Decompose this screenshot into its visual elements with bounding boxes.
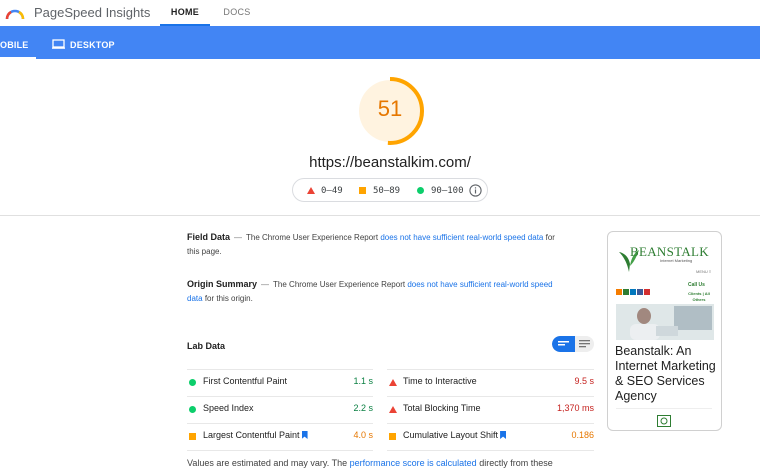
- google-plus-icon: [644, 289, 650, 295]
- linkedin-icon: [630, 289, 636, 295]
- metric-label: First Contentful Paint: [203, 376, 288, 386]
- detail-view-icon[interactable]: [579, 340, 590, 348]
- performance-score-value: 51: [377, 96, 403, 121]
- pass-circle-icon: [189, 379, 196, 386]
- preview-social-icons: [616, 282, 651, 295]
- metric-row-divider: [387, 369, 594, 370]
- field-data-section: Field Data — The Chrome User Experience Re…: [187, 232, 555, 256]
- mobile-screenshot-preview: BEANSTALK Internet Marketing MENU ≡ Call…: [607, 231, 722, 431]
- footer-note: Values are estimated and may vary. The p…: [187, 458, 553, 468]
- section-divider: [0, 215, 760, 216]
- metric-label: Total Blocking Time: [403, 403, 481, 413]
- rss-icon: [616, 289, 622, 295]
- score-legend: 0–49 50–89 90–100: [292, 178, 488, 202]
- nav-tab-home[interactable]: HOME: [160, 7, 210, 17]
- facebook-icon: [637, 289, 643, 295]
- seo-badge-icon: [657, 415, 671, 427]
- metric-value: 2.2 s: [353, 403, 373, 413]
- preview-hero-image: [616, 304, 714, 340]
- pagespeed-logo-icon[interactable]: [5, 5, 25, 21]
- fail-triangle-icon: [389, 379, 397, 386]
- preview-clients: Clients | All Others: [688, 291, 710, 302]
- origin-summary-text: The Chrome User Experience Report: [273, 280, 406, 289]
- device-tabs-bar: OBILE DESKTOP: [0, 26, 760, 59]
- preview-call-us: Call Us: [688, 282, 705, 288]
- lab-data-title: Lab Data: [187, 341, 226, 351]
- preview-card: [616, 408, 712, 430]
- info-icon[interactable]: [469, 184, 482, 197]
- tested-url: https://beanstalkim.com/: [309, 154, 471, 171]
- core-web-vital-flag-icon: [500, 431, 507, 439]
- top-nav: PageSpeed Insights HOME DOCS: [0, 0, 760, 26]
- performance-score-link[interactable]: performance score is calculated: [350, 458, 477, 468]
- nav-tab-docs[interactable]: DOCS: [217, 7, 257, 17]
- legend-fail-range: 0–49: [321, 186, 343, 196]
- metric-row-divider: [387, 450, 594, 451]
- preview-page-title: Beanstalk: An Internet Marketing & SEO S…: [615, 344, 716, 403]
- metric-label: Cumulative Layout Shift: [403, 430, 507, 440]
- metrics-view-toggle[interactable]: [552, 336, 594, 352]
- legend-pass-range: 90–100: [431, 186, 464, 196]
- list-view-icon: [558, 341, 569, 346]
- pass-circle-icon: [189, 406, 196, 413]
- preview-tagline: Internet Marketing: [660, 258, 693, 263]
- metric-label: Speed Index: [203, 403, 254, 413]
- metric-value: 1,370 ms: [556, 403, 594, 413]
- metric-row-divider: [187, 396, 373, 397]
- metric-label: Largest Contentful Paint: [203, 430, 308, 440]
- desktop-icon: [52, 39, 65, 49]
- metric-row-divider: [187, 450, 373, 451]
- preview-menu-icon: MENU ≡: [696, 269, 712, 274]
- metric-label: Time to Interactive: [403, 376, 477, 386]
- origin-summary-text-post: for this origin.: [204, 294, 253, 303]
- fail-triangle-icon: [307, 187, 315, 194]
- metric-row-divider: [187, 423, 373, 424]
- field-data-link[interactable]: does not have sufficient real-world spee…: [380, 233, 543, 242]
- field-data-text: The Chrome User Experience Report: [246, 233, 379, 242]
- field-data-title: Field Data: [187, 232, 231, 242]
- origin-summary-title: Origin Summary: [187, 279, 258, 289]
- legend-average-range: 50–89: [373, 186, 401, 196]
- brand-title[interactable]: PageSpeed Insights: [34, 5, 150, 20]
- tab-mobile[interactable]: OBILE: [0, 40, 29, 50]
- average-square-icon: [389, 433, 396, 440]
- footer-text-post: directly from these: [479, 458, 553, 468]
- footer-text: Values are estimated and may vary. The: [187, 458, 348, 468]
- social-icon: [623, 289, 629, 295]
- metric-row-divider: [187, 369, 373, 370]
- tab-desktop[interactable]: DESKTOP: [70, 40, 115, 50]
- metric-value: 0.186: [571, 430, 594, 440]
- average-square-icon: [189, 433, 196, 440]
- metric-row-divider: [387, 396, 594, 397]
- pass-circle-icon: [417, 187, 424, 194]
- mobile-tab-indicator: [0, 57, 36, 59]
- core-web-vital-flag-icon: [301, 431, 308, 439]
- metric-value: 1.1 s: [353, 376, 373, 386]
- average-square-icon: [359, 187, 366, 194]
- fail-triangle-icon: [389, 406, 397, 413]
- metric-value: 9.5 s: [574, 376, 594, 386]
- metric-row-divider: [387, 423, 594, 424]
- origin-summary-section: Origin Summary — The Chrome User Experienc…: [187, 279, 553, 303]
- metric-value: 4.0 s: [353, 430, 373, 440]
